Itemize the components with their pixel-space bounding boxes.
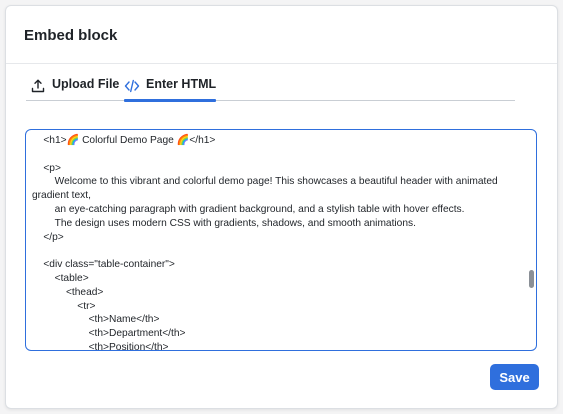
code-line: Welcome to this vibrant and colorful dem…: [32, 176, 498, 188]
tab-enter-html-label: Enter HTML: [146, 77, 217, 91]
tab-enter-html[interactable]: Enter HTML: [124, 77, 217, 102]
code-line: an eye-catching paragraph with gradient …: [32, 203, 465, 215]
code-line: <thead>: [32, 286, 104, 298]
code-line: <tr>: [32, 300, 96, 312]
embed-block-dialog: Embed block Upload File Enter HTML <h1>🌈…: [5, 5, 558, 409]
code-line: <div class="table-container">: [32, 259, 175, 271]
code-line: <h1>🌈 Colorful Demo Page 🌈</h1>: [32, 135, 216, 146]
code-line: <table>: [32, 272, 89, 284]
editor-scrollbar[interactable]: [529, 270, 534, 288]
code-line: gradient text,: [32, 190, 91, 202]
code-line: <p>: [32, 162, 61, 174]
code-line: <th>Position</th>: [32, 341, 169, 351]
upload-icon: [30, 78, 46, 94]
tab-upload-file-label: Upload File: [52, 77, 120, 91]
html-code-content[interactable]: <h1>🌈 Colorful Demo Page 🌈</h1> <p> Welc…: [32, 134, 522, 351]
save-button[interactable]: Save: [490, 364, 539, 390]
code-line: The design uses modern CSS with gradient…: [32, 217, 416, 229]
tab-bar: Upload File Enter HTML: [26, 77, 515, 102]
tab-upload-file[interactable]: Upload File: [30, 77, 119, 100]
code-icon: [124, 78, 140, 94]
dialog-title: Embed block: [24, 27, 118, 44]
code-line: </p>: [32, 231, 64, 243]
code-line: <th>Department</th>: [32, 328, 186, 340]
html-editor[interactable]: <h1>🌈 Colorful Demo Page 🌈</h1> <p> Welc…: [25, 129, 537, 351]
code-line: <th>Name</th>: [32, 314, 160, 326]
